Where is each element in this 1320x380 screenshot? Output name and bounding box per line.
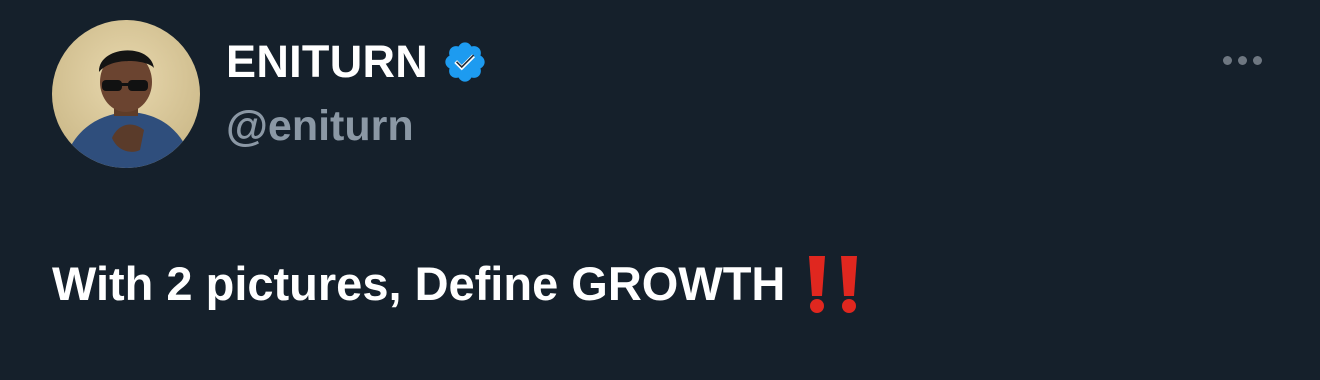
more-options-icon <box>1222 55 1232 65</box>
profile-photo-icon <box>52 20 200 168</box>
display-name[interactable]: ENITURN <box>226 34 428 90</box>
tweet-text: With 2 pictures, Define GROWTH <box>52 252 865 316</box>
verified-badge-icon <box>442 39 488 85</box>
author-name-row[interactable]: ENITURN <box>226 34 488 90</box>
avatar[interactable] <box>52 20 200 168</box>
more-options-icon <box>1237 55 1247 65</box>
more-options-icon <box>1252 55 1262 65</box>
double-exclamation-icon <box>801 252 865 316</box>
more-options-button[interactable] <box>1212 44 1272 76</box>
author-handle[interactable]: @eniturn <box>226 100 414 152</box>
tweet-text-content: With 2 pictures, Define GROWTH <box>52 257 786 310</box>
tweet-card[interactable]: ENITURN @eniturn With 2 pictures, Define… <box>0 0 1320 380</box>
